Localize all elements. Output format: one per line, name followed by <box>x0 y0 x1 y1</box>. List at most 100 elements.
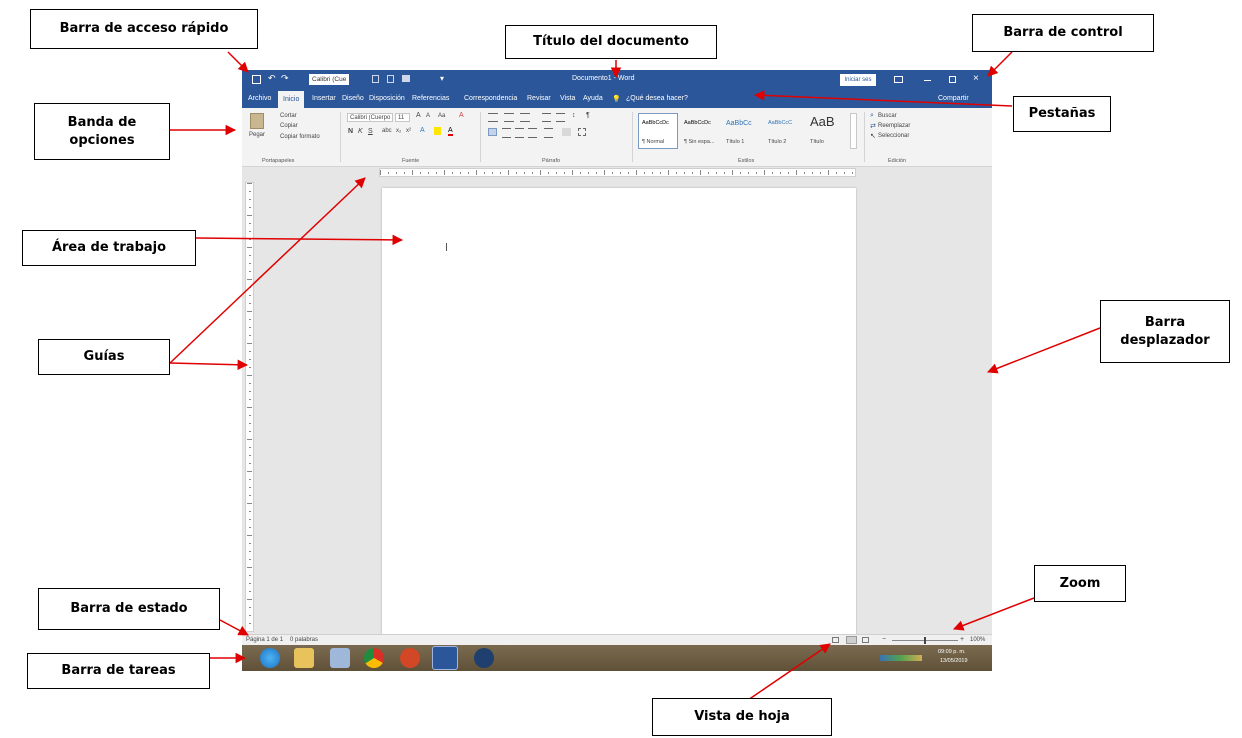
copy-button[interactable]: Copiar <box>280 123 298 129</box>
cut-button[interactable]: Cortar <box>280 113 297 119</box>
bullets-icon[interactable] <box>488 113 498 122</box>
borders-icon[interactable] <box>578 128 586 136</box>
clock-date[interactable]: 13/05/2019 <box>940 658 968 664</box>
align-left-icon[interactable] <box>488 128 497 136</box>
redo-icon[interactable]: ↷ <box>281 73 289 84</box>
find-button[interactable]: Buscar <box>878 113 897 119</box>
replace-button[interactable]: Reemplazar <box>878 123 910 129</box>
font-family-select[interactable]: Calibri (Cuerpo <box>347 113 393 122</box>
ruler-tick <box>500 172 501 174</box>
justify-icon[interactable] <box>528 128 537 138</box>
line-spacing-icon[interactable] <box>544 128 553 138</box>
ruler-tick <box>249 623 251 624</box>
replace-icon[interactable]: ⇄ <box>870 122 876 130</box>
style-no-spacing[interactable]: AaBbCcDc ¶ Sin espa... <box>680 113 720 149</box>
multilevel-icon[interactable] <box>520 113 530 122</box>
read-mode-icon[interactable] <box>832 637 839 643</box>
zoom-level[interactable]: 100% <box>970 637 985 643</box>
page-count[interactable]: Página 1 de 1 <box>246 637 283 643</box>
quick-access-icon[interactable] <box>387 75 394 83</box>
horizontal-ruler[interactable] <box>379 168 856 177</box>
notepad-icon[interactable] <box>330 648 350 668</box>
save-icon[interactable] <box>252 75 261 84</box>
strikethrough-icon[interactable]: abc <box>382 128 392 134</box>
print-layout-icon[interactable] <box>846 636 857 644</box>
tab-revisar[interactable]: Revisar <box>527 95 551 102</box>
ruler-tick <box>249 527 251 528</box>
powerpoint-icon[interactable] <box>400 648 420 668</box>
paste-button[interactable]: Pegar <box>249 132 265 138</box>
zoom-out-icon[interactable]: − <box>882 636 886 643</box>
align-right-icon[interactable] <box>515 128 524 138</box>
style-normal[interactable]: AaBbCcDc ¶ Normal <box>638 113 678 149</box>
numbering-icon[interactable] <box>504 113 514 122</box>
subscript-icon[interactable]: x₂ <box>396 128 401 134</box>
shading-icon[interactable] <box>562 128 571 136</box>
underline-icon[interactable]: S <box>368 128 373 135</box>
clock-time[interactable]: 09:09 p. m. <box>938 649 966 655</box>
zoom-in-icon[interactable]: + <box>960 636 964 643</box>
select-icon[interactable]: ↖ <box>870 132 876 140</box>
customize-quick-access-icon[interactable]: ▾ <box>440 74 444 83</box>
zoom-slider-thumb[interactable] <box>924 637 926 644</box>
vertical-ruler[interactable] <box>245 182 254 632</box>
ruler-tick <box>247 535 252 536</box>
style-heading-1[interactable]: AaBbCc Título 1 <box>722 113 762 149</box>
find-icon[interactable]: ⌕ <box>870 112 874 120</box>
grow-font-icon[interactable]: A <box>416 112 421 119</box>
restore-icon[interactable] <box>949 76 956 83</box>
tab-diseno[interactable]: Diseño <box>342 95 364 102</box>
align-center-icon[interactable] <box>502 128 511 138</box>
ribbon-display-icon[interactable] <box>894 76 903 83</box>
tab-insertar[interactable]: Insertar <box>312 95 336 102</box>
sort-icon[interactable]: ↕ <box>572 112 576 119</box>
paste-icon[interactable] <box>250 113 264 129</box>
bold-icon[interactable]: N <box>348 128 353 135</box>
tab-disposicion[interactable]: Disposición <box>369 95 405 102</box>
font-color-icon[interactable]: A <box>448 127 453 136</box>
ruler-tick <box>444 170 445 175</box>
superscript-icon[interactable]: x² <box>406 128 411 134</box>
app-icon[interactable] <box>474 648 494 668</box>
text-effects-icon[interactable]: A <box>420 127 425 134</box>
tab-archivo[interactable]: Archivo <box>248 95 271 102</box>
tray-icons[interactable] <box>880 655 922 661</box>
web-layout-icon[interactable] <box>862 637 869 643</box>
tab-referencias[interactable]: Referencias <box>412 95 449 102</box>
internet-explorer-icon[interactable] <box>260 648 280 668</box>
undo-icon[interactable]: ↶ <box>268 73 276 84</box>
ribbon-tabs: Archivo Inicio Insertar Diseño Disposici… <box>242 91 992 108</box>
tell-me-box[interactable]: ¿Qué desea hacer? <box>626 95 688 102</box>
callout-quick-access: Barra de acceso rápido <box>30 9 258 49</box>
quick-access-icon[interactable] <box>372 75 379 83</box>
font-size-select[interactable]: 11 <box>395 113 410 122</box>
minimize-icon[interactable] <box>924 80 931 81</box>
chrome-icon[interactable] <box>364 648 384 668</box>
sign-in-button[interactable]: Iniciar ses <box>840 74 876 86</box>
tab-correspondencia[interactable]: Correspondencia <box>464 95 517 102</box>
highlight-icon[interactable] <box>434 127 441 135</box>
style-heading-2[interactable]: AaBbCcC Título 2 <box>764 113 804 149</box>
document-page[interactable] <box>382 188 856 636</box>
word-count[interactable]: 0 palabras <box>290 637 318 643</box>
file-explorer-icon[interactable] <box>294 648 314 668</box>
decrease-indent-icon[interactable] <box>542 113 551 122</box>
word-icon[interactable] <box>432 646 458 670</box>
tab-ayuda[interactable]: Ayuda <box>583 95 603 102</box>
styles-scroll[interactable] <box>850 113 857 149</box>
select-button[interactable]: Seleccionar <box>878 133 909 139</box>
show-marks-icon[interactable]: ¶ <box>586 112 590 119</box>
font-name-box[interactable]: Calibri (Cue <box>309 74 350 85</box>
increase-indent-icon[interactable] <box>556 113 565 122</box>
shrink-font-icon[interactable]: A <box>426 113 430 119</box>
change-case-icon[interactable]: Aa <box>438 113 445 119</box>
share-button[interactable]: Compartir <box>938 95 969 102</box>
quick-access-icon[interactable] <box>402 75 410 82</box>
tab-vista[interactable]: Vista <box>560 95 575 102</box>
style-title[interactable]: AaB Título <box>806 113 846 149</box>
close-icon[interactable]: × <box>973 73 979 84</box>
italic-icon[interactable]: K <box>358 128 363 135</box>
tab-inicio[interactable]: Inicio <box>278 91 305 108</box>
clear-format-icon[interactable]: A <box>459 112 464 119</box>
format-painter-button[interactable]: Copiar formato <box>280 134 320 140</box>
